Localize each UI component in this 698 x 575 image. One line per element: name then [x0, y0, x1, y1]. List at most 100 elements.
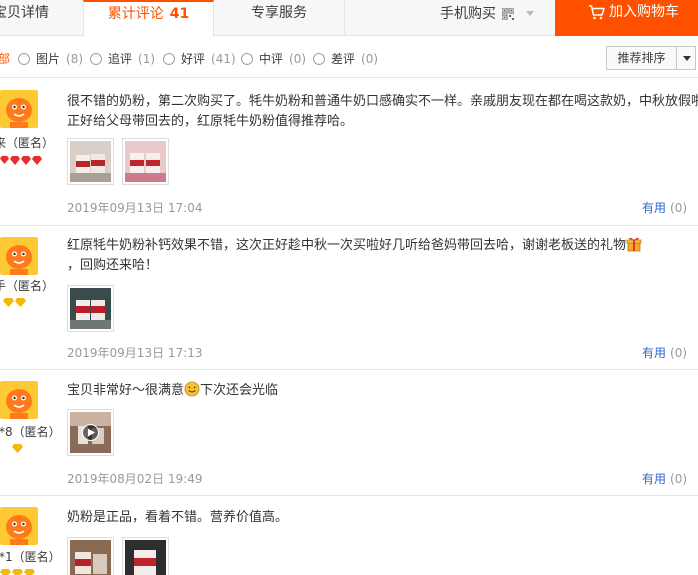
reviewer-name-text: *8（匿名） [0, 425, 61, 439]
useful-label: 有用 [642, 472, 667, 486]
tab-service[interactable]: 专享服务 [214, 0, 345, 36]
review-video[interactable] [67, 409, 114, 456]
useful-button[interactable]: 有用 (0) [642, 344, 687, 361]
filter-label: 追评 [108, 52, 133, 66]
red-diamond-icon [21, 156, 31, 165]
review-photo[interactable] [67, 285, 114, 332]
product-review-page: 宝贝详情 累计评论 41 专享服务 手机购买 加入购物车 [0, 0, 698, 575]
mobile-buy-label: 手机购买 [440, 6, 496, 22]
avatar [0, 381, 38, 419]
review-photo[interactable] [67, 138, 114, 185]
radio-button[interactable] [313, 52, 325, 65]
filter-followup[interactable]: 追评 (1) [90, 50, 155, 67]
tab-bar: 宝贝详情 累计评论 41 专享服务 手机购买 加入购物车 [0, 0, 698, 37]
review-photos [67, 285, 114, 332]
review-text-part: ，回购还来哈！ [67, 258, 159, 273]
red-diamond-icon [0, 155, 9, 164]
filter-count: (0) [289, 51, 307, 66]
tab-detail-label: 宝贝详情 [0, 5, 49, 21]
review-item: 手（匿名） 红原牦牛奶粉补钙效果不错，这次正好趁中秋一次买啦好几听给爸妈带回去哈… [0, 227, 698, 370]
review-text: 很不错的奶粉，第二次购买了。牦牛奶粉和普通牛奶口感确实不一样。亲戚朋友现在都在喝… [67, 94, 698, 129]
filter-label: 好评 [181, 52, 206, 66]
tab-reviews-count: 41 [169, 6, 190, 22]
filter-count: (1) [138, 51, 156, 66]
filter-label: 差评 [331, 52, 356, 66]
avatar [0, 90, 38, 128]
filter-all[interactable]: 全部 [0, 50, 10, 67]
add-to-cart-button[interactable]: 加入购物车 [555, 0, 698, 36]
add-to-cart-label: 加入购物车 [609, 4, 679, 20]
filter-count: (41) [211, 51, 236, 66]
yellow-diamond-icon [3, 298, 14, 307]
credit-badges [0, 155, 42, 165]
review-text-part: 红原牦牛奶粉补钙效果不错，这次正好趁中秋一次买啦好几听给爸妈带回去哈，谢谢老板送… [67, 238, 627, 253]
yellow-diamond-icon [12, 444, 23, 453]
reviewer-name: *8（匿名） [0, 423, 64, 440]
filter-count: (0) [361, 51, 379, 66]
filter-neutral[interactable]: 中评 (0) [241, 50, 306, 67]
review-photo[interactable] [122, 537, 169, 575]
avatar [0, 507, 38, 545]
radio-button[interactable] [18, 52, 30, 65]
review-date: 2019年09月13日 17:13 [67, 346, 203, 360]
review-text: 宝贝非常好～很满意 下次还会光临 [67, 381, 698, 401]
sort-dropdown[interactable]: 推荐排序 [606, 46, 696, 70]
filter-count: (8) [66, 51, 84, 66]
reviewer-name-text: *1（匿名） [0, 550, 61, 564]
review-photo[interactable] [122, 138, 169, 185]
useful-count: (0) [670, 346, 688, 360]
review-photo[interactable] [67, 537, 114, 575]
qr-code-icon[interactable] [502, 8, 514, 20]
filter-negative[interactable]: 差评 (0) [313, 50, 378, 67]
filter-label: 图片 [36, 52, 61, 66]
useful-label: 有用 [642, 346, 667, 360]
reviewer-name: 手（匿名） [0, 277, 64, 294]
review-filter-bar: 全部 图片 (8) 追评 (1) 好评 (41) 中评 (0) 差评 (0) [0, 40, 698, 78]
filter-positive[interactable]: 好评 (41) [163, 50, 236, 67]
cart-icon [589, 5, 605, 20]
review-item: *1（匿名） 奶粉是正品，看着不错。营养价值高。 [0, 497, 698, 575]
reviewer-name: 来（匿名） [0, 134, 64, 151]
mobile-buy-link[interactable]: 手机购买 [440, 0, 550, 36]
radio-button[interactable] [163, 52, 175, 65]
dropdown-arrow-icon [683, 56, 691, 61]
review-text-part: 宝贝非常好～很满意 [67, 383, 185, 398]
tab-reviews-label: 累计评论 [107, 6, 164, 22]
useful-count: (0) [670, 201, 688, 215]
reviewer-name-text: 手（匿名） [0, 279, 55, 293]
sort-label: 推荐排序 [607, 47, 677, 69]
yellow-diamond-icon [15, 298, 26, 307]
chevron-down-icon[interactable] [526, 11, 534, 16]
radio-button[interactable] [241, 52, 253, 65]
red-diamond-icon [32, 156, 42, 165]
review-text: 奶粉是正品，看着不错。营养价值高。 [67, 510, 289, 525]
review-item: *8（匿名） 宝贝非常好～很满意 下次还会光临 2019年08月02日 19:49… [0, 371, 698, 496]
tab-service-label: 专享服务 [251, 5, 307, 21]
review-date: 2019年09月13日 17:04 [67, 201, 203, 215]
gift-icon [626, 237, 642, 252]
reviewer-name: *1（匿名） [0, 548, 64, 565]
useful-count: (0) [670, 472, 688, 486]
review-photos [67, 409, 114, 456]
yellow-diamond-icon [12, 569, 23, 575]
filter-photos[interactable]: 图片 (8) [18, 50, 83, 67]
tab-reviews[interactable]: 累计评论 41 [83, 0, 214, 37]
review-item: 来（匿名） 很不错的奶粉，第二次购买了。牦牛奶粉和普通牛奶口感确实不一样。亲戚朋… [0, 80, 698, 226]
red-diamond-icon [10, 156, 20, 165]
credit-badges [3, 298, 26, 308]
review-photos [67, 138, 169, 185]
yellow-diamond-icon [24, 569, 35, 575]
avatar [0, 237, 38, 275]
review-photos [67, 537, 169, 575]
filter-label: 中评 [259, 52, 284, 66]
radio-button[interactable] [90, 52, 102, 65]
useful-button[interactable]: 有用 (0) [642, 199, 687, 216]
reviewer-name-text: 来（匿名） [0, 136, 55, 150]
credit-badges [12, 444, 23, 454]
tab-detail[interactable]: 宝贝详情 [0, 0, 82, 36]
review-text: 红原牦牛奶粉补钙效果不错，这次正好趁中秋一次买啦好几听给爸妈带回去哈，谢谢老板送… [67, 236, 695, 276]
useful-button[interactable]: 有用 (0) [642, 470, 687, 487]
useful-label: 有用 [642, 201, 667, 215]
review-text-part: 下次还会光临 [200, 383, 279, 398]
credit-badges [0, 569, 35, 575]
